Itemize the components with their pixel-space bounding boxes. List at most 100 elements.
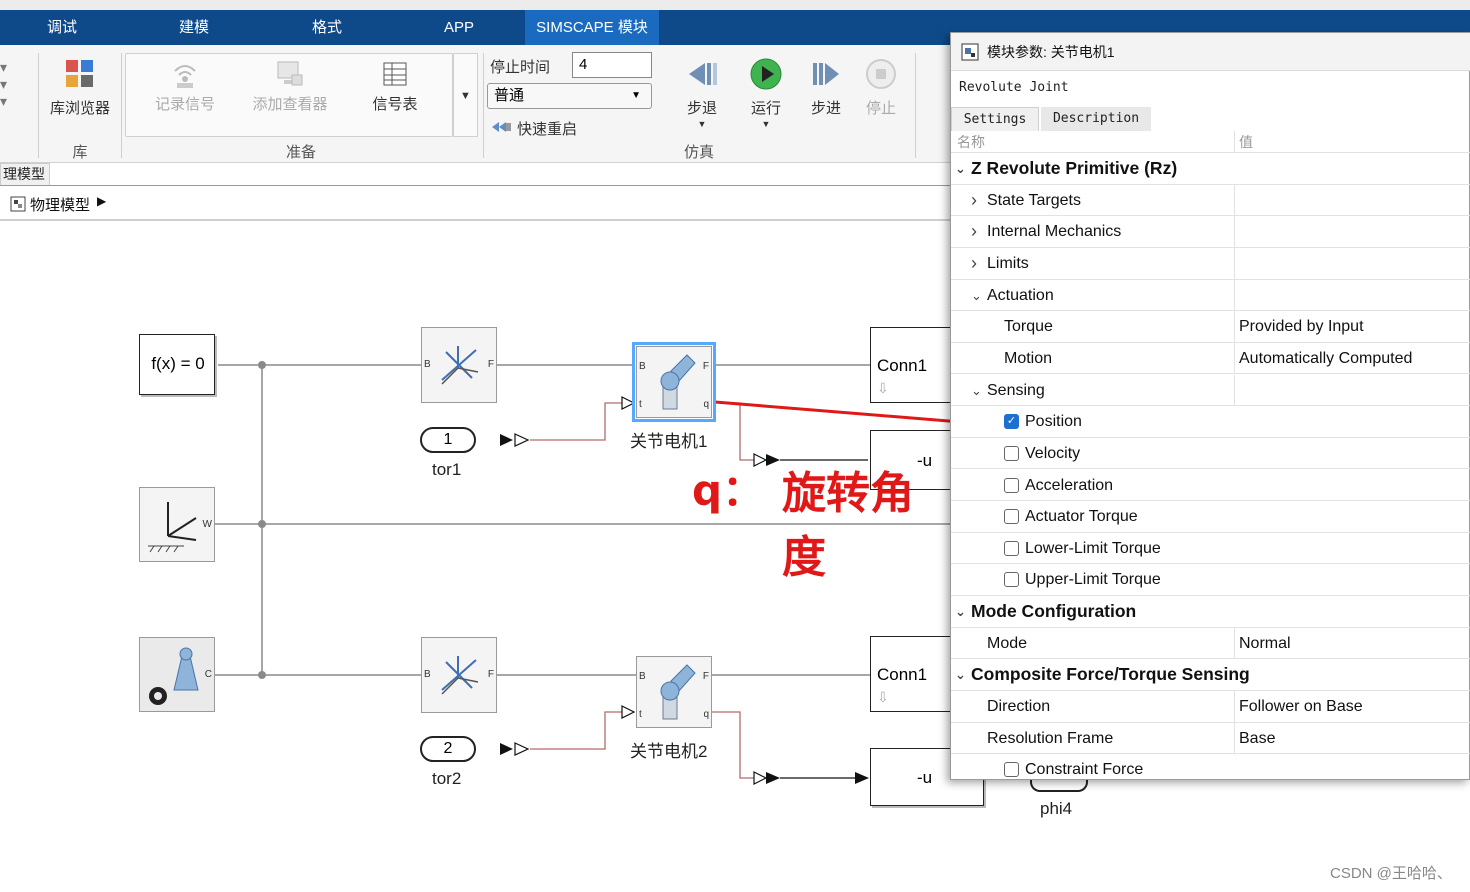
chevron-right-icon[interactable]: › xyxy=(971,216,977,247)
param-row[interactable]: Lower-Limit Torque xyxy=(951,533,1470,565)
chevron-right-icon[interactable]: › xyxy=(971,248,977,279)
port-q: q xyxy=(703,709,709,720)
record-signal-button[interactable]: 记录信号 xyxy=(148,57,222,127)
param-row[interactable]: Mode Normal xyxy=(951,627,1470,660)
param-row[interactable]: Constraint Force xyxy=(951,754,1470,781)
param-value[interactable]: Base xyxy=(1234,722,1470,754)
checkbox[interactable] xyxy=(1004,509,1019,525)
port-f: F xyxy=(487,669,494,680)
chevron-down-icon[interactable]: ⌄ xyxy=(955,153,966,184)
prepare-gallery-expand[interactable]: ▼ xyxy=(453,53,478,137)
model-canvas[interactable]: f(x) = 0 W C B F B F B F t q 关节电机1 B F t… xyxy=(0,223,1088,892)
connection-port-2[interactable]: Conn1 ⇩ xyxy=(870,636,952,712)
down-arrow-icon: ⇩ xyxy=(877,380,889,396)
constant-block-2[interactable]: 2 xyxy=(420,736,476,762)
tab-settings[interactable]: Settings xyxy=(951,107,1039,131)
library-browser-button[interactable]: 库浏览器 xyxy=(44,55,116,135)
step-forward-label: 步进 xyxy=(810,100,841,117)
param-row[interactable]: ⌄ Sensing xyxy=(951,374,1470,407)
chevron-right-icon[interactable]: › xyxy=(971,185,977,216)
param-row[interactable]: Acceleration xyxy=(951,470,1470,502)
port-f: F xyxy=(702,671,709,682)
joint-motor-1-label[interactable]: 关节电机1 xyxy=(630,427,707,452)
port-b: B xyxy=(639,361,646,372)
block-type-label: Revolute Joint xyxy=(959,80,1069,95)
chevron-down-icon[interactable]: ⌄ xyxy=(955,596,966,627)
tab-modeling[interactable]: 建模 xyxy=(162,10,226,45)
param-value xyxy=(1234,216,1470,248)
param-name: Torque xyxy=(1004,318,1053,336)
param-row[interactable]: › Internal Mechanics xyxy=(951,216,1470,248)
checkbox[interactable] xyxy=(1004,762,1019,778)
param-row[interactable]: Velocity xyxy=(951,438,1470,470)
param-row[interactable]: Resolution Frame Base xyxy=(951,722,1470,755)
param-row[interactable]: ⌄ Z Revolute Primitive (Rz) xyxy=(951,153,1470,185)
dialog-title: 模块参数: 关节电机1 xyxy=(987,44,1115,60)
revolute-joint-block-1[interactable]: B F t q xyxy=(636,346,712,418)
fast-restart-label: 快速重启 xyxy=(517,121,578,138)
param-row[interactable]: Motion Automatically Computed xyxy=(951,342,1470,375)
param-name: Motion xyxy=(1004,349,1053,367)
rigid-transform-block-1[interactable]: B F xyxy=(421,327,497,403)
checkbox[interactable] xyxy=(1004,477,1019,493)
model-icon xyxy=(10,196,26,212)
param-value[interactable]: Provided by Input xyxy=(1234,311,1470,343)
chevron-down-icon[interactable]: ⌄ xyxy=(955,659,966,690)
param-value[interactable]: Normal xyxy=(1234,627,1470,659)
breadcrumb-arrow-icon[interactable]: ▶ xyxy=(97,194,106,208)
phi4-label[interactable]: phi4 xyxy=(1040,799,1072,819)
param-row[interactable]: Upper-Limit Torque xyxy=(951,564,1470,597)
mechanism-configuration-block[interactable]: C xyxy=(139,637,215,712)
revolute-joint-block-2[interactable]: B F t q xyxy=(636,656,712,728)
simulation-mode-select[interactable]: 普通 ▼ xyxy=(487,83,652,109)
param-row[interactable]: ⌄ Actuation xyxy=(951,279,1470,312)
fast-restart-button[interactable]: 快速重启 xyxy=(490,117,600,138)
param-row[interactable]: ⌄ Composite Force/Torque Sensing xyxy=(951,659,1470,691)
chevron-down-icon[interactable]: ⌄ xyxy=(971,375,982,406)
tor1-label[interactable]: tor1 xyxy=(432,460,461,480)
param-name: Mode xyxy=(987,634,1028,652)
rigid-transform-block-2[interactable]: B F xyxy=(421,637,497,713)
signal-table-button[interactable]: 信号表 xyxy=(360,57,430,127)
param-row[interactable]: › Limits xyxy=(951,247,1470,280)
chevron-down-icon[interactable]: ⌄ xyxy=(971,280,982,311)
connection-port-1[interactable]: Conn1 ⇩ xyxy=(870,327,952,403)
param-row[interactable]: Direction Follower on Base xyxy=(951,691,1470,723)
param-value[interactable]: Follower on Base xyxy=(1234,691,1470,723)
param-row[interactable]: ✓ Position xyxy=(951,406,1470,438)
rigid-transform-icon xyxy=(441,656,479,695)
watermark: CSDN @王哈哈、 xyxy=(1330,865,1452,882)
solver-configuration-block[interactable]: f(x) = 0 xyxy=(139,334,215,395)
stop-time-input[interactable]: 4 xyxy=(572,52,652,78)
tab-apps[interactable]: APP xyxy=(427,10,491,45)
param-row[interactable]: Torque Provided by Input xyxy=(951,311,1470,343)
checkbox[interactable] xyxy=(1004,540,1019,556)
add-viewer-button[interactable]: 添加查看器 xyxy=(248,57,332,127)
tab-description[interactable]: Description xyxy=(1041,107,1151,131)
param-row[interactable]: ⌄ Mode Configuration xyxy=(951,596,1470,628)
tor2-label[interactable]: tor2 xyxy=(432,769,461,789)
param-row[interactable]: › State Targets xyxy=(951,184,1470,217)
tab-format[interactable]: 格式 xyxy=(295,10,359,45)
stop-button[interactable]: 停止 xyxy=(857,55,905,135)
tab-debug[interactable]: 调试 xyxy=(30,10,94,45)
rigid-transform-icon xyxy=(441,346,479,385)
world-frame-block[interactable]: W xyxy=(139,487,215,562)
param-value[interactable]: Automatically Computed xyxy=(1234,342,1470,374)
run-button[interactable]: 运行 ▼ xyxy=(742,55,790,135)
column-name-header: 名称 xyxy=(957,134,985,150)
parameter-table: 名称 值 ⌄ Z Revolute Primitive (Rz) › State Ta… xyxy=(951,131,1470,781)
tab-simscape-block[interactable]: SIMSCAPE 模块 xyxy=(525,10,659,45)
step-back-button[interactable]: 步退 ▼ xyxy=(678,55,726,135)
checkbox[interactable] xyxy=(1004,445,1019,461)
model-tab[interactable]: 理模型 xyxy=(0,163,50,185)
collapsed-arrows: ▾ ▾ ▾ xyxy=(0,59,8,109)
checkbox[interactable]: ✓ xyxy=(1004,414,1019,430)
joint-motor-2-label[interactable]: 关节电机2 xyxy=(630,737,707,762)
step-forward-button[interactable]: 步进 xyxy=(802,55,850,135)
checkbox[interactable] xyxy=(1004,572,1019,588)
param-row[interactable]: Actuator Torque xyxy=(951,501,1470,533)
breadcrumb-model[interactable]: 物理模型 xyxy=(30,194,90,215)
param-name: Acceleration xyxy=(1025,476,1114,494)
constant-block-1[interactable]: 1 xyxy=(420,427,476,453)
